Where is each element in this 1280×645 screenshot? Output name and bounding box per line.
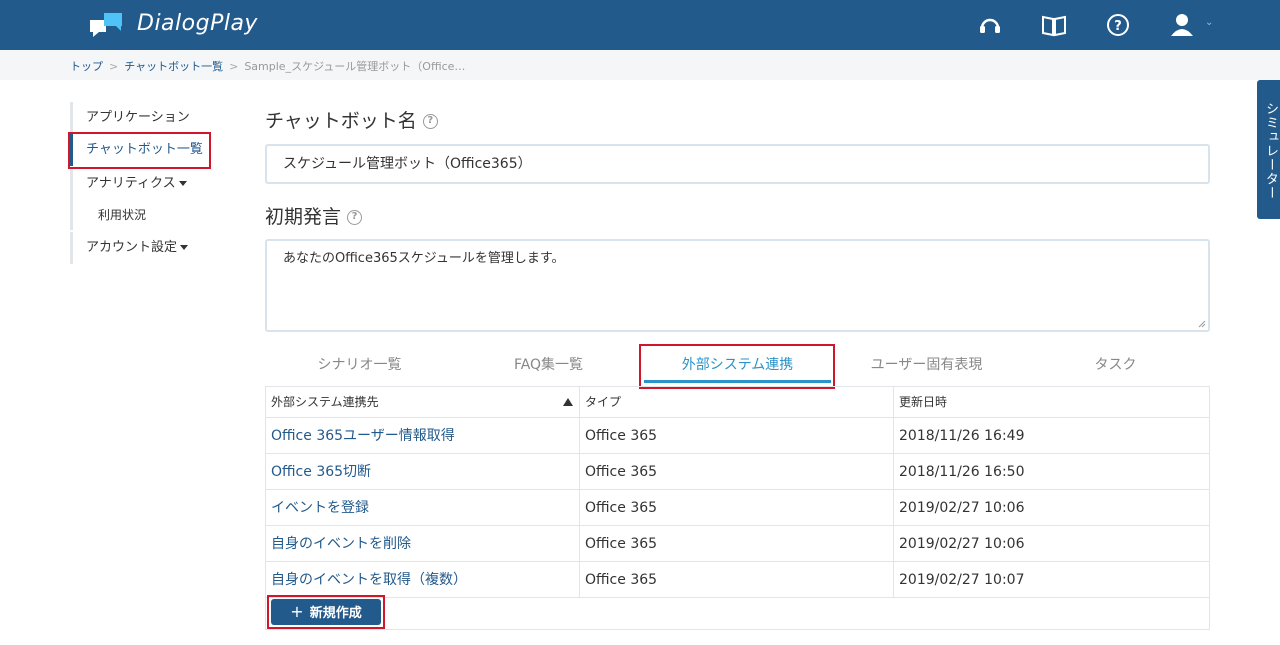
breadcrumb-chatbot-list[interactable]: チャットボット一覧 <box>124 60 223 73</box>
sidebar: アプリケーション チャットボット一覧 アナリティクス 利用状況 アカウント設定 <box>70 102 220 264</box>
chatbot-name-label: チャットボット名? <box>265 106 438 133</box>
breadcrumb-separator: > <box>109 60 119 73</box>
sort-ascending-icon[interactable] <box>563 398 573 406</box>
table-row: 自身のイベントを取得（複数） Office 365 2019/02/27 10:… <box>266 562 1209 598</box>
sidebar-item-applications[interactable]: アプリケーション <box>70 102 220 134</box>
caret-down-icon <box>178 181 187 186</box>
row-name-link[interactable]: Office 365切断 <box>266 454 580 490</box>
sidebar-item-usage[interactable]: 利用状況 <box>70 200 220 230</box>
breadcrumb-top[interactable]: トップ <box>70 60 103 73</box>
tab-user-entities[interactable]: ユーザー固有表現 <box>832 345 1021 385</box>
book-icon[interactable] <box>1041 12 1067 38</box>
sidebar-item-label: アカウント設定 <box>86 240 178 255</box>
sidebar-item-account-settings[interactable]: アカウント設定 <box>70 232 220 264</box>
user-menu-chevron-icon[interactable]: ⌄ <box>1205 17 1213 28</box>
breadcrumb-separator: > <box>229 60 239 73</box>
row-type: Office 365 <box>580 418 894 454</box>
headset-icon[interactable] <box>977 12 1003 38</box>
tab-faq-list[interactable]: FAQ集一覧 <box>454 345 643 385</box>
row-updated: 2018/11/26 16:50 <box>899 464 1025 480</box>
help-icon[interactable]: ? <box>1105 12 1131 38</box>
simulator-tab[interactable]: シミュレーター <box>1257 80 1280 219</box>
highlight-box-tab <box>639 344 835 389</box>
top-header: DialogPlay ? ⌄ <box>0 0 1280 50</box>
table-row: Office 365切断 Office 365 2018/11/26 16:50 <box>266 454 1209 490</box>
column-header-label: 外部システム連携先 <box>271 395 379 409</box>
row-updated: 2019/02/27 10:06 <box>899 536 1025 552</box>
highlight-box-button <box>267 595 385 629</box>
row-name-link[interactable]: Office 365ユーザー情報取得 <box>266 418 580 454</box>
help-icon[interactable]: ? <box>422 114 438 129</box>
greeting-text: あなたのOffice365スケジュールを管理します。 <box>283 251 565 266</box>
highlight-box-sidebar <box>68 132 211 169</box>
app-name[interactable]: DialogPlay <box>137 11 258 36</box>
help-icon[interactable]: ? <box>347 210 363 225</box>
row-name-link[interactable]: 自身のイベントを削除 <box>266 526 580 562</box>
row-updated: 2018/11/26 16:49 <box>899 428 1025 444</box>
row-type: Office 365 <box>580 490 894 526</box>
row-name-link[interactable]: イベントを登録 <box>266 490 580 526</box>
row-name-link[interactable]: 自身のイベントを取得（複数） <box>266 562 580 598</box>
sidebar-item-label: アナリティクス <box>86 176 176 191</box>
column-header-label: 更新日時 <box>899 395 948 409</box>
caret-down-icon <box>180 245 189 250</box>
row-type: Office 365 <box>580 454 894 490</box>
table-row: 自身のイベントを削除 Office 365 2019/02/27 10:06 <box>266 526 1209 562</box>
label-text: チャットボット名 <box>265 110 417 132</box>
column-header-name[interactable]: 外部システム連携先 <box>266 387 580 418</box>
table-row: Office 365ユーザー情報取得 Office 365 2018/11/26… <box>266 418 1209 454</box>
tab-scenario-list[interactable]: シナリオ一覧 <box>265 345 454 385</box>
row-updated: 2019/02/27 10:06 <box>899 500 1025 516</box>
sidebar-item-label: 利用状況 <box>98 208 147 222</box>
chatbot-name-input[interactable]: スケジュール管理ボット（Office365） <box>265 144 1210 184</box>
breadcrumb-current: Sample_スケジュール管理ボット（Office… <box>244 60 466 73</box>
row-type: Office 365 <box>580 562 894 598</box>
column-header-type[interactable]: タイプ <box>580 387 894 418</box>
external-system-table: 外部システム連携先 タイプ 更新日時 Office 365ユーザー情報取得 Of… <box>265 386 1210 630</box>
svg-text:?: ? <box>1114 19 1122 34</box>
breadcrumb: トップ > チャットボット一覧 > Sample_スケジュール管理ボット（Office… <box>0 50 1280 80</box>
greeting-textarea[interactable]: あなたのOffice365スケジュールを管理します。 <box>265 239 1210 332</box>
column-header-label: タイプ <box>585 395 622 409</box>
greeting-label: 初期発言? <box>265 202 363 229</box>
table-row: イベントを登録 Office 365 2019/02/27 10:06 <box>266 490 1209 526</box>
column-header-updated[interactable]: 更新日時 <box>894 387 1209 418</box>
tab-tasks[interactable]: タスク <box>1021 345 1210 385</box>
row-type: Office 365 <box>580 526 894 562</box>
label-text: 初期発言 <box>265 206 342 228</box>
user-icon[interactable] <box>1169 12 1195 38</box>
resize-handle-icon[interactable] <box>1198 320 1206 328</box>
simulator-label: シミュレーター <box>1263 102 1278 200</box>
row-updated: 2019/02/27 10:07 <box>899 572 1025 588</box>
logo-icon[interactable] <box>90 12 124 38</box>
sidebar-item-analytics[interactable]: アナリティクス <box>70 168 220 200</box>
sidebar-item-label: アプリケーション <box>86 110 190 125</box>
